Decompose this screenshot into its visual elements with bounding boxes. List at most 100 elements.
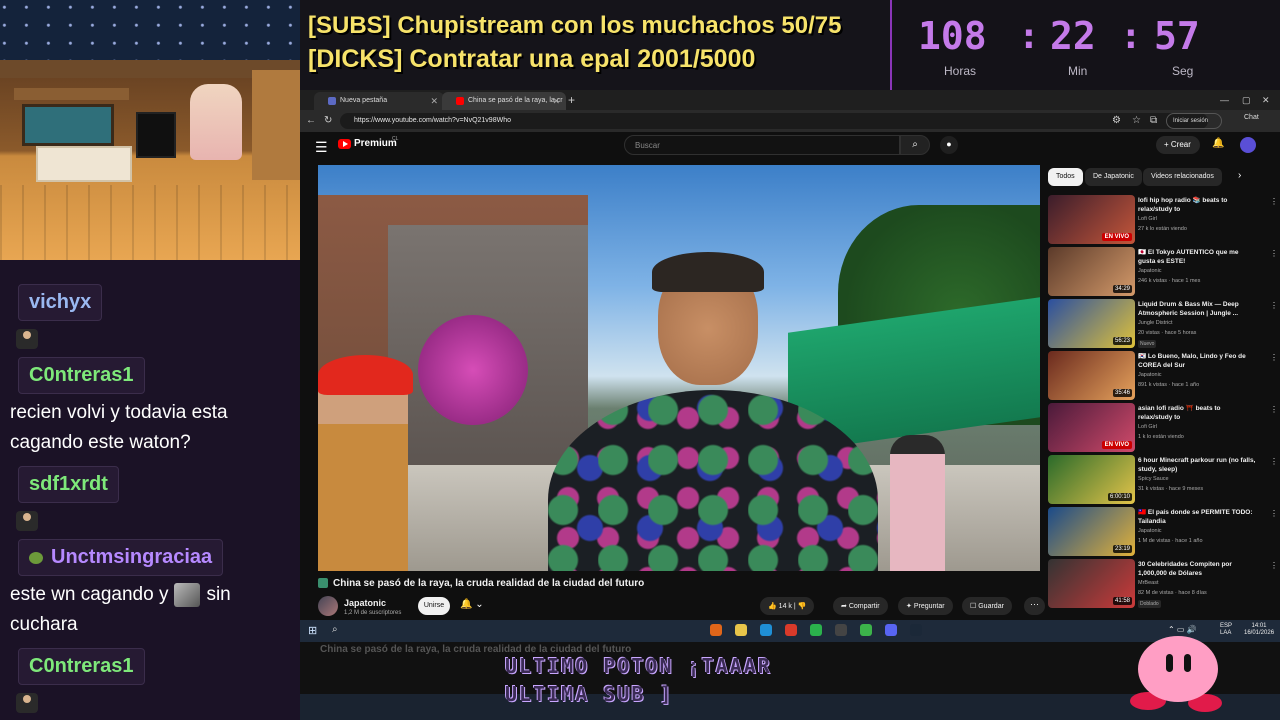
more-options-icon[interactable]: ⋮: [1270, 405, 1278, 414]
video-thumbnail[interactable]: 56:23: [1048, 299, 1135, 348]
chat-avatar: [16, 693, 38, 713]
channel-emoji-icon: [318, 578, 328, 589]
recommendation-channel[interactable]: Jungle District: [1138, 320, 1173, 326]
recommendation-channel[interactable]: Japatonic: [1138, 528, 1162, 534]
more-options-icon[interactable]: ⋮: [1270, 509, 1278, 518]
more-options-icon[interactable]: ⋮: [1270, 197, 1278, 206]
video-thumbnail[interactable]: 34:29: [1048, 247, 1135, 296]
recommendation-title[interactable]: Liquid Drum & Bass Mix — Deep Atmospheri…: [1138, 300, 1256, 318]
recommendation-item[interactable]: EN VIVO asian lofi radio ⛩️ beats to rel…: [1048, 403, 1280, 453]
minimize-icon[interactable]: —: [1220, 95, 1229, 105]
channel-avatar[interactable]: [318, 596, 338, 616]
game-shelf: [14, 88, 129, 100]
app-icon[interactable]: [810, 624, 822, 636]
discord-icon[interactable]: [885, 624, 897, 636]
join-button[interactable]: Unirse: [418, 597, 450, 615]
youtube-brand[interactable]: Premium: [354, 138, 397, 149]
more-options-icon[interactable]: ⋮: [1270, 457, 1278, 466]
recommendation-channel[interactable]: Spicy Sauce: [1138, 476, 1169, 482]
recommendation-channel[interactable]: MrBeast: [1138, 580, 1158, 586]
tab-youtube[interactable]: China se pasó de la raya, la cr ✕: [442, 92, 566, 110]
back-icon[interactable]: ←: [306, 115, 316, 126]
close-tab-icon[interactable]: ✕: [552, 96, 560, 107]
edge-icon[interactable]: [760, 624, 772, 636]
system-tray-icon[interactable]: ⌃ ▭ 🔊: [1168, 625, 1197, 634]
recommendation-title[interactable]: 30 Celebridades Compiten por 1,000,000 d…: [1138, 560, 1256, 578]
create-button[interactable]: + Crear: [1156, 136, 1200, 154]
signin-button[interactable]: Iniciar sesión: [1166, 113, 1222, 129]
search-icon[interactable]: ⌕: [900, 135, 930, 155]
more-options-icon[interactable]: ⋮: [1270, 353, 1278, 362]
steam-icon[interactable]: [910, 624, 922, 636]
reload-icon[interactable]: ↻: [324, 115, 332, 126]
close-window-icon[interactable]: ✕: [1262, 95, 1270, 106]
video-player[interactable]: [318, 165, 1040, 571]
taskbar-search-icon[interactable]: ⌕: [332, 624, 338, 635]
clock[interactable]: 14:01 16/01/2026: [1244, 623, 1274, 637]
chip-related[interactable]: Videos relacionados: [1143, 168, 1222, 186]
recommendation-title[interactable]: 🇰🇷 Lo Bueno, Malo, Lindo y Feo de COREA …: [1138, 352, 1256, 370]
recommendation-item[interactable]: 34:29 🇯🇵 El Tokyo AUTENTICO que me gusta…: [1048, 247, 1280, 297]
video-thumbnail[interactable]: EN VIVO: [1048, 403, 1135, 452]
subscription-bell-icon[interactable]: 🔔 ⌄: [460, 599, 484, 610]
keyboard-language[interactable]: ESP LAA: [1220, 623, 1232, 637]
windows-start-icon[interactable]: ⊞: [308, 624, 317, 637]
more-options-icon[interactable]: ⋮: [1270, 561, 1278, 570]
chat-message: vichyx: [0, 284, 300, 349]
more-actions-icon[interactable]: ⋯: [1024, 597, 1045, 615]
notifications-icon[interactable]: 🔔: [1212, 138, 1224, 149]
video-thumbnail[interactable]: EN VIVO: [1048, 195, 1135, 244]
recommendation-title[interactable]: lofi hip hop radio 📚 beats to relax/stud…: [1138, 196, 1256, 214]
ask-button[interactable]: ✦ Preguntar: [898, 597, 953, 615]
search-input[interactable]: Buscar: [624, 135, 900, 155]
recommendation-title[interactable]: 🇯🇵 El Tokyo AUTENTICO que me gusta es ES…: [1138, 248, 1256, 266]
recommendation-item[interactable]: 41:58 30 Celebridades Compiten por 1,000…: [1048, 559, 1280, 609]
channel-name[interactable]: Japatonic: [344, 598, 386, 608]
obs-icon[interactable]: [835, 624, 847, 636]
close-tab-icon[interactable]: ✕: [430, 96, 438, 107]
extensions-icon[interactable]: ⚙: [1112, 115, 1121, 126]
youtube-logo-icon[interactable]: [338, 139, 351, 149]
more-options-icon[interactable]: ⋮: [1270, 249, 1278, 258]
recommendation-channel[interactable]: Japatonic: [1138, 372, 1162, 378]
more-options-icon[interactable]: ⋮: [1270, 301, 1278, 310]
url-field[interactable]: https://www.youtube.com/watch?v=NvQ21v98…: [340, 113, 1208, 129]
chrome-icon[interactable]: [785, 624, 797, 636]
recommendation-item[interactable]: 6:00:10 6 hour Minecraft parkour run (no…: [1048, 455, 1280, 505]
recommendation-title[interactable]: 6 hour Minecraft parkour run (no falls, …: [1138, 456, 1256, 474]
recommendation-channel[interactable]: Japatonic: [1138, 268, 1162, 274]
chevron-right-icon[interactable]: ›: [1238, 170, 1241, 181]
save-button[interactable]: ☐ Guardar: [962, 597, 1012, 615]
recommendation-item[interactable]: EN VIVO lofi hip hop radio 📚 beats to re…: [1048, 195, 1280, 245]
recommendation-title[interactable]: asian lofi radio ⛩️ beats to relax/study…: [1138, 404, 1256, 422]
favorites-icon[interactable]: ☆: [1132, 115, 1141, 126]
firefox-icon[interactable]: [710, 624, 722, 636]
new-tab-plus-icon[interactable]: +: [568, 93, 575, 107]
file-explorer-icon[interactable]: [735, 624, 747, 636]
chip-channel[interactable]: De Japatonic: [1085, 168, 1142, 186]
recommendation-item[interactable]: 35:46 🇰🇷 Lo Bueno, Malo, Lindo y Feo de …: [1048, 351, 1280, 401]
chip-all[interactable]: Todos: [1048, 168, 1083, 186]
maximize-icon[interactable]: ▢: [1242, 95, 1251, 106]
video-thumbnail[interactable]: 23:19: [1048, 507, 1135, 556]
account-avatar[interactable]: [1240, 137, 1256, 153]
share-button[interactable]: ➦ Compartir: [833, 597, 888, 615]
tab-new-tab[interactable]: Nueva pestaña ✕: [314, 92, 444, 110]
chat-message: Unctmsingraciaa este wn cagando y sin cuc…: [0, 539, 300, 640]
recommendation-channel[interactable]: Lofi Girl: [1138, 216, 1157, 222]
recommendation-item[interactable]: 56:23 Liquid Drum & Bass Mix — Deep Atmo…: [1048, 299, 1280, 349]
like-button[interactable]: 👍 14 k | 👎: [760, 597, 815, 615]
mic-icon[interactable]: ●: [940, 136, 958, 154]
recommendation-channel[interactable]: Lofi Girl: [1138, 424, 1157, 430]
video-thumbnail[interactable]: 41:58: [1048, 559, 1135, 608]
video-thumbnail[interactable]: 6:00:10: [1048, 455, 1135, 504]
collections-icon[interactable]: ⧉: [1150, 115, 1157, 126]
recommendation-title[interactable]: 🇹🇼 El país donde se PERMITE TODO: Tailan…: [1138, 508, 1256, 526]
frog-badge-icon: [29, 551, 43, 564]
menu-icon[interactable]: ☰: [315, 139, 328, 156]
copilot-chat-button[interactable]: Chat: [1244, 114, 1259, 121]
recommendation-item[interactable]: 23:19 🇹🇼 El país donde se PERMITE TODO: …: [1048, 507, 1280, 557]
video-presenter-shirt: [548, 390, 878, 571]
play-icon[interactable]: [860, 624, 872, 636]
video-thumbnail[interactable]: 35:46: [1048, 351, 1135, 400]
